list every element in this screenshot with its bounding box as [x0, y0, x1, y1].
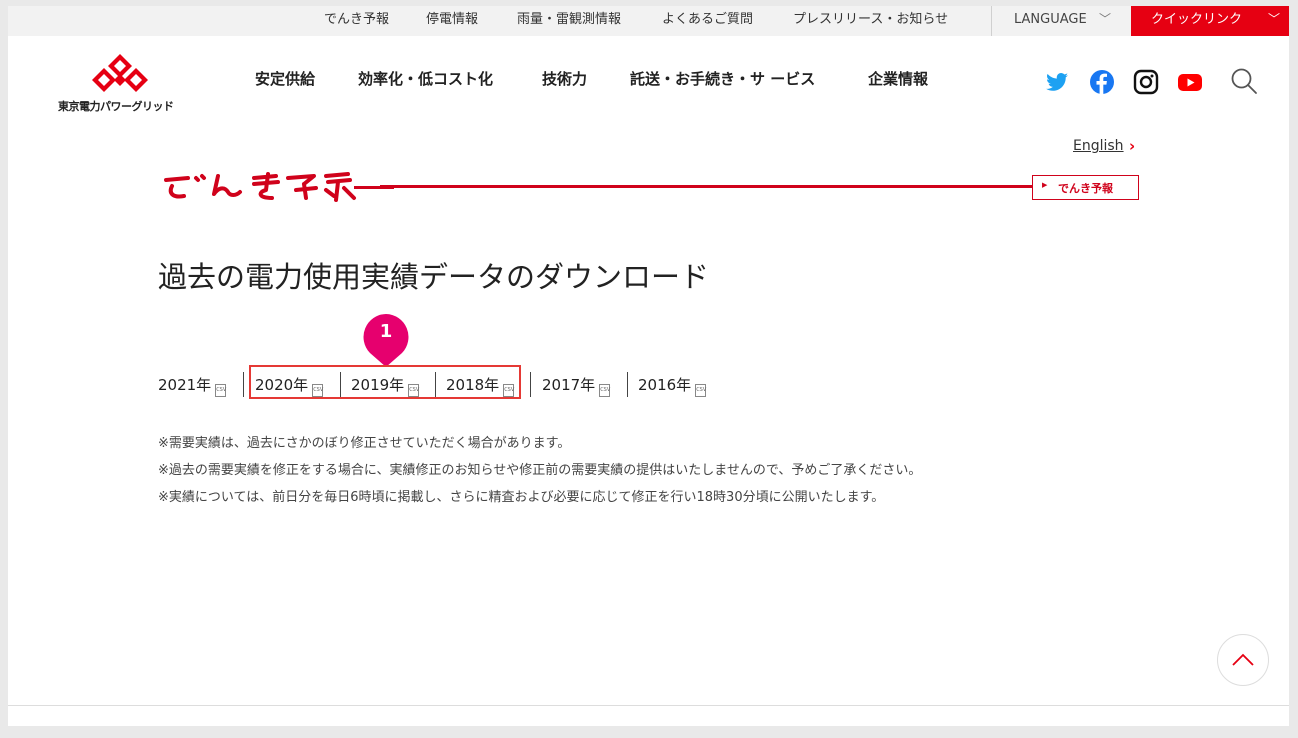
util-link-outage-info[interactable]: 停電情報 [426, 6, 478, 36]
utility-bar: でんき予報 停電情報 雨量・雷観測情報 よくあるご質問 プレスリリース・お知らせ… [8, 6, 1289, 36]
logo-text: 東京電力パワーグリッド [58, 100, 174, 113]
facebook-icon[interactable] [1089, 69, 1115, 95]
chevron-down-icon: ﹀ [1268, 12, 1281, 26]
denki-yoho-label: でんき予報 [1058, 182, 1113, 195]
banner-rule [380, 185, 1032, 188]
instagram-icon[interactable] [1133, 69, 1159, 95]
english-link[interactable]: English [1073, 138, 1124, 154]
note-line: ※実績については、前日分を毎日6時頃に掲載し、さらに精査および必要に応じて修正を… [158, 490, 885, 505]
util-link-press-release[interactable]: プレスリリース・お知らせ [793, 6, 948, 36]
year-label: 2017年 [542, 376, 596, 394]
year-divider [530, 372, 531, 397]
util-link-denki-yoho[interactable]: でんき予報 [324, 6, 389, 36]
year-divider [243, 372, 244, 397]
csv-file-icon: CSV [695, 384, 706, 397]
util-link-faq[interactable]: よくあるご質問 [662, 6, 753, 36]
language-label: LANGUAGE [1014, 12, 1087, 27]
year-link-2016[interactable]: 2016年 CSV [638, 374, 706, 397]
note-line: ※需要実績は、過去にさかのぼり修正させていただく場合があります。 [158, 436, 571, 451]
chevron-up-icon [1232, 653, 1254, 666]
denki-yoho-logo [164, 172, 394, 202]
twitter-icon[interactable] [1044, 69, 1070, 95]
year-label: 2021年 [158, 376, 212, 394]
triangle-right-icon: ▶ [1042, 181, 1048, 189]
nav-corporate-info[interactable]: 企業情報 [868, 68, 928, 89]
nav-services[interactable]: 託送・お手続き・サ ービス [630, 68, 815, 89]
chevron-right-icon: › [1129, 137, 1136, 155]
site-logo[interactable]: 東京電力パワーグリッド [56, 54, 186, 116]
logo-mark-icon [92, 54, 148, 92]
csv-file-icon: CSV [599, 384, 610, 397]
language-dropdown[interactable]: LANGUAGE ﹀ [991, 6, 1132, 36]
scroll-to-top-button[interactable] [1217, 634, 1269, 686]
nav-efficiency[interactable]: 効率化・低コスト化 [358, 68, 493, 89]
chevron-down-icon: ﹀ [1099, 12, 1112, 26]
quick-links-label: クイックリンク [1151, 12, 1243, 27]
util-link-rain-lightning[interactable]: 雨量・雷観測情報 [517, 6, 621, 36]
year-label: 2016年 [638, 376, 692, 394]
search-icon[interactable] [1229, 66, 1259, 96]
footer-divider [8, 705, 1289, 706]
highlight-box [249, 365, 521, 399]
page-title: 過去の電力使用実績データのダウンロード [158, 260, 710, 294]
year-divider [627, 372, 628, 397]
csv-file-icon: CSV [215, 384, 226, 397]
page: でんき予報 停電情報 雨量・雷観測情報 よくあるご質問 プレスリリース・お知らせ… [8, 6, 1289, 726]
year-link-2017[interactable]: 2017年 CSV [542, 374, 610, 397]
denki-yoho-button[interactable]: ▶ でんき予報 [1032, 175, 1139, 200]
callout-marker [363, 314, 409, 367]
nav-technology[interactable]: 技術力 [542, 68, 587, 89]
year-link-2021[interactable]: 2021年 CSV [158, 374, 226, 397]
quick-links-dropdown[interactable]: クイックリンク ﹀ [1131, 6, 1289, 36]
nav-stable-supply[interactable]: 安定供給 [255, 68, 315, 89]
youtube-icon[interactable] [1177, 69, 1203, 95]
note-line: ※過去の需要実績を修正をする場合に、実績修正のお知らせや修正前の需要実績の提供は… [158, 463, 922, 478]
